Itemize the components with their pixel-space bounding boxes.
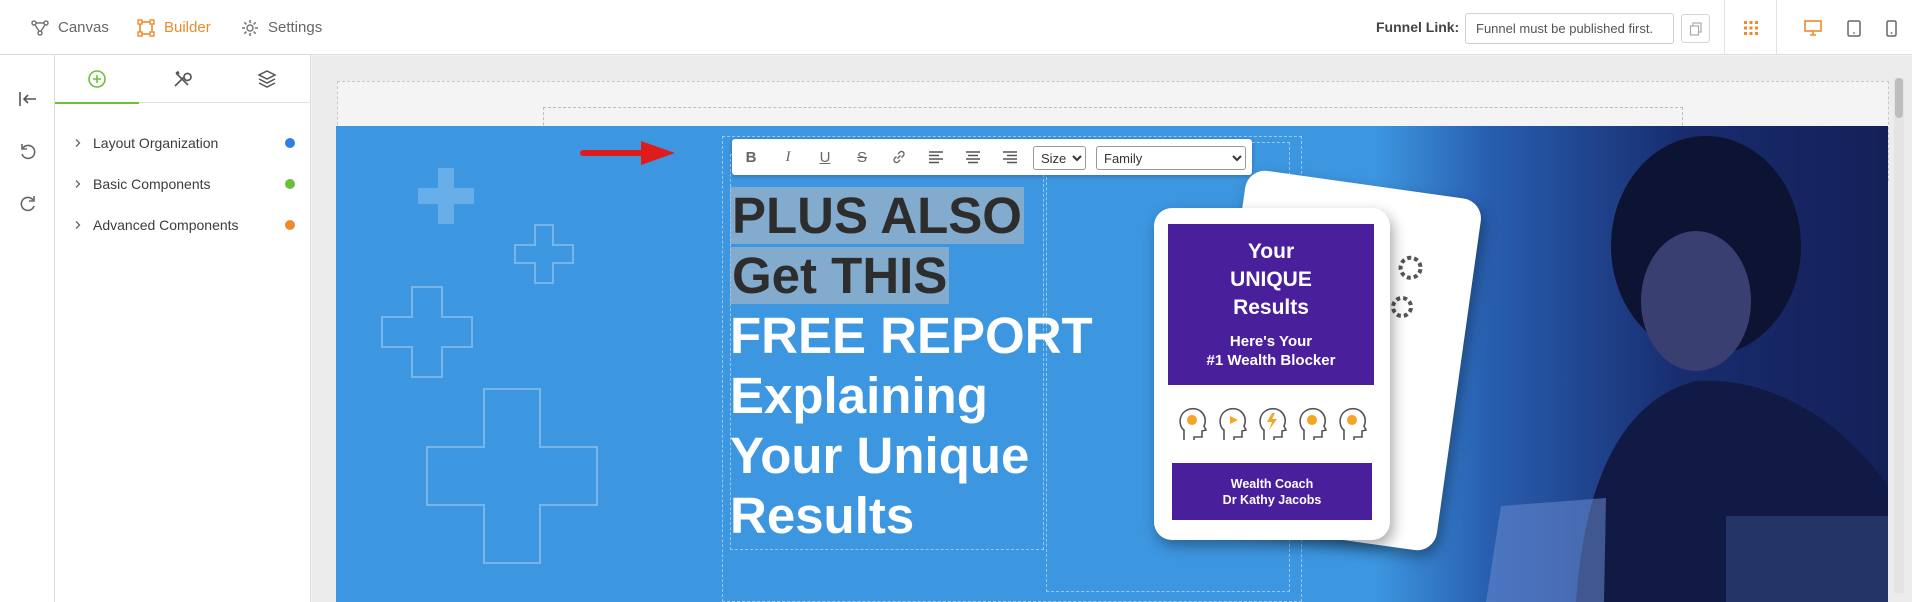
tablet-view-button[interactable] (1840, 14, 1868, 42)
ebook-author-block: Wealth Coach Dr Kathy Jacobs (1172, 463, 1372, 520)
red-arrow-annotation (580, 141, 675, 165)
align-left-button[interactable] (925, 147, 947, 167)
chevron-right-icon (75, 221, 81, 229)
redo-icon (19, 194, 37, 212)
font-family-select[interactable]: Family (1096, 146, 1246, 170)
category-label: Basic Components (93, 176, 211, 192)
panel-tabs (55, 55, 310, 104)
divider (1724, 0, 1725, 55)
headline-selected-text[interactable]: Get THIS (730, 247, 950, 304)
undo-icon (19, 142, 37, 160)
headline-line: Explaining (730, 367, 988, 424)
category-basic-components[interactable]: Basic Components (55, 169, 310, 199)
builder-canvas: PLUS ALSO Get THIS FREE REPORT Explainin… (312, 56, 1912, 602)
plus-decoration-icon (514, 224, 574, 284)
headline-selected-text[interactable]: PLUS ALSO (730, 187, 1024, 244)
grid-icon (1743, 20, 1759, 36)
mobile-icon (1885, 19, 1897, 37)
align-right-button[interactable] (999, 147, 1021, 167)
category-label: Advanced Components (93, 217, 239, 233)
bold-button[interactable]: B (740, 147, 762, 167)
grid-toggle-button[interactable] (1737, 14, 1765, 42)
scrollbar-thumb[interactable] (1895, 78, 1903, 118)
canvas-scrollbar[interactable] (1894, 78, 1904, 593)
gear-icon (240, 18, 260, 38)
canvas-icon (30, 18, 50, 38)
add-element-icon (87, 69, 107, 89)
nav-canvas[interactable]: Canvas (30, 0, 109, 55)
ebook-title-line: Results (1233, 296, 1309, 319)
ebook-title-block: Your UNIQUE Results Here's Your #1 Wealt… (1168, 224, 1374, 385)
redo-button[interactable] (14, 189, 42, 217)
category-advanced-components[interactable]: Advanced Components (55, 210, 310, 240)
link-icon (891, 149, 907, 165)
font-size-select[interactable]: Size (1033, 146, 1086, 170)
undo-button[interactable] (14, 137, 42, 165)
divider (1776, 0, 1777, 55)
ebook-subtitle-line: #1 Wealth Blocker (1206, 352, 1336, 369)
ebook-cover[interactable]: Your UNIQUE Results Here's Your #1 Wealt… (1154, 208, 1390, 540)
align-right-icon (1002, 150, 1018, 164)
headline-line: FREE REPORT (730, 307, 1093, 364)
nav-builder-label: Builder (164, 19, 211, 36)
nav-builder[interactable]: Builder (136, 0, 211, 55)
ebook-title-line: UNIQUE (1230, 268, 1312, 291)
collapse-left-icon (18, 91, 38, 107)
plus-decoration-icon (426, 388, 598, 564)
headline-line: Your Unique (730, 427, 1030, 484)
status-dot (285, 138, 295, 148)
text-editor-toolbar: B I U S Size Family (732, 139, 1252, 175)
ebook-author-line: Dr Kathy Jacobs (1222, 493, 1322, 507)
status-dot (285, 220, 295, 230)
strikethrough-button[interactable]: S (851, 147, 873, 167)
headline-line: Get THIS (730, 246, 1110, 306)
italic-button[interactable]: I (777, 147, 799, 167)
tab-add-elements[interactable] (55, 55, 139, 104)
category-label: Layout Organization (93, 135, 219, 151)
collapse-panel-button[interactable] (14, 85, 42, 113)
hero-headline[interactable]: PLUS ALSO Get THIS FREE REPORT Explainin… (730, 186, 1110, 546)
funnel-link-label: Funnel Link: (1376, 19, 1460, 35)
chevron-right-icon (75, 180, 81, 188)
funnel-link-field[interactable] (1465, 13, 1674, 44)
tab-tools[interactable] (140, 55, 224, 103)
desktop-view-button[interactable] (1799, 14, 1827, 42)
desktop-icon (1804, 20, 1822, 36)
plus-decoration-icon (381, 286, 473, 378)
mobile-view-button[interactable] (1877, 14, 1905, 42)
nav-settings[interactable]: Settings (240, 0, 322, 55)
ebook-title-line: Your (1247, 240, 1295, 263)
underline-button[interactable]: U (814, 147, 836, 167)
copy-link-button[interactable] (1681, 14, 1710, 43)
status-dot (285, 179, 295, 189)
category-layout-organization[interactable]: Layout Organization (55, 128, 310, 158)
hero-section[interactable]: PLUS ALSO Get THIS FREE REPORT Explainin… (336, 126, 1888, 602)
link-button[interactable] (888, 147, 910, 167)
nav-settings-label: Settings (268, 19, 323, 36)
tab-layers[interactable] (225, 55, 309, 103)
builder-icon (136, 18, 156, 38)
chevron-right-icon (75, 139, 81, 147)
top-bar: Canvas Builder Settings Funnel Link: (0, 0, 1912, 55)
left-rail (0, 55, 55, 602)
headline-line: Results (730, 487, 915, 544)
mindset-heads-icon (1179, 408, 1368, 440)
align-center-icon (965, 150, 981, 164)
layers-icon (257, 69, 277, 89)
align-left-icon (928, 150, 944, 164)
copy-icon (1689, 21, 1703, 36)
ebook-subtitle-line: Here's Your (1229, 333, 1313, 350)
nav-canvas-label: Canvas (58, 19, 109, 36)
ebook-author-line: Wealth Coach (1230, 477, 1314, 491)
headline-line: PLUS ALSO (730, 186, 1110, 246)
components-panel: Layout Organization Basic Components Adv… (55, 55, 311, 602)
plus-decoration-icon (418, 168, 474, 224)
tools-icon (172, 69, 192, 89)
align-center-button[interactable] (962, 147, 984, 167)
tablet-icon (1847, 19, 1861, 37)
